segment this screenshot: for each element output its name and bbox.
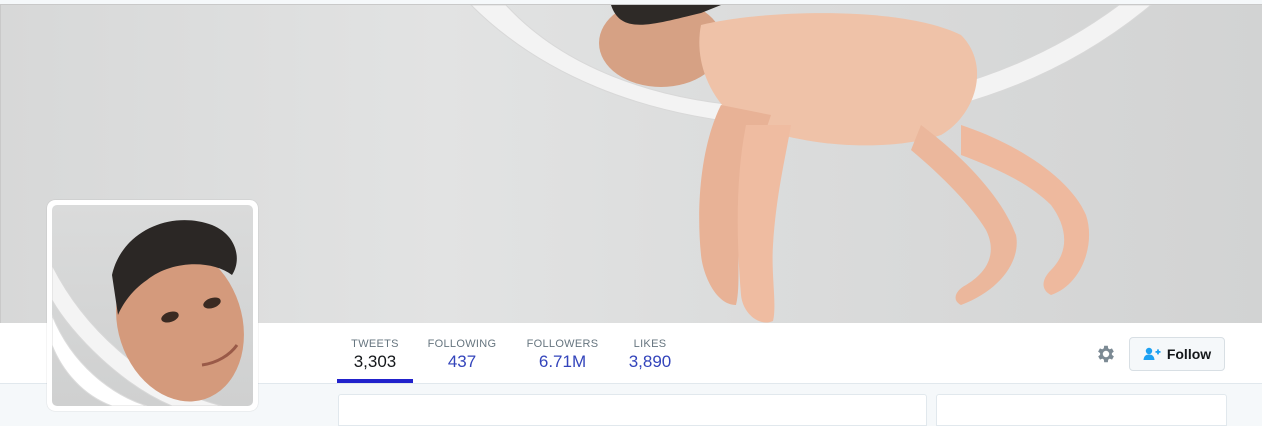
avatar[interactable] — [47, 200, 258, 411]
stat-likes[interactable]: LIKES 3,890 — [626, 323, 674, 383]
avatar-photo — [52, 205, 253, 406]
add-user-icon — [1143, 347, 1161, 360]
timeline-panel — [338, 394, 927, 426]
follow-button-label: Follow — [1166, 346, 1212, 362]
stat-following-value: 437 — [447, 352, 477, 371]
stat-tweets-label: TWEETS — [351, 338, 399, 350]
gear-icon[interactable] — [1095, 343, 1117, 365]
stat-likes-label: LIKES — [633, 338, 667, 350]
follow-button[interactable]: Follow — [1129, 337, 1225, 371]
sidebar-panel — [936, 394, 1227, 426]
stat-followers-value: 6.71M — [538, 352, 587, 371]
stat-tweets-value: 3,303 — [353, 352, 397, 371]
stat-tweets[interactable]: TWEETS 3,303 — [337, 323, 413, 383]
stat-following-label: FOLLOWING — [427, 338, 497, 350]
active-tab-indicator — [337, 379, 413, 383]
stat-followers-label: FOLLOWERS — [526, 338, 599, 350]
stat-followers[interactable]: FOLLOWERS 6.71M — [526, 323, 599, 383]
stat-following[interactable]: FOLLOWING 437 — [427, 323, 497, 383]
stat-likes-value: 3,890 — [628, 352, 672, 371]
